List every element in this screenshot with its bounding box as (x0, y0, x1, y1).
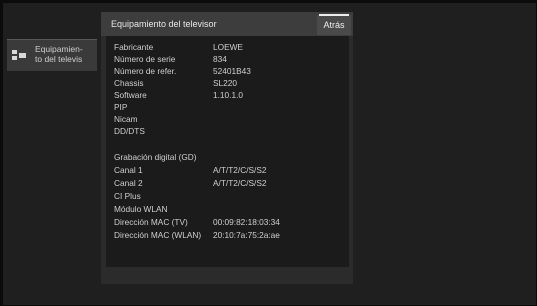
info-label: CI Plus (114, 191, 141, 201)
info-value: 1.10.1.0 (213, 90, 243, 100)
info-label: PIP (114, 102, 128, 112)
info-label: Número de serie (114, 54, 176, 64)
info-value: 834 (213, 54, 227, 64)
info-value: 52401B43 (213, 66, 251, 76)
info-label: Número de refer. (114, 66, 177, 76)
info-label: Dirección MAC (WLAN) (114, 230, 202, 240)
equipment-info-list: Fabricante LOEWE Número de serie 834 Número … (106, 36, 349, 267)
info-label: Dirección MAC (TV) (114, 217, 188, 227)
info-value: A/T/T2/C/S/S2 (213, 178, 267, 188)
dialog-title-bar: Equipamiento del televisor Atrás (101, 12, 353, 36)
info-value: SL220 (213, 78, 237, 88)
dialog-title: Equipamiento del televisor (111, 19, 217, 29)
tv-equipment-dialog: Equipamiento del televisor Atrás Fabrica… (101, 12, 353, 284)
info-value: 00:09:82:18:03:34 (213, 217, 280, 227)
side-menu-label: Equipamien- to del televis (35, 44, 83, 64)
info-label: Fabricante (114, 42, 154, 52)
info-label: Canal 2 (114, 178, 143, 188)
info-value: LOEWE (213, 42, 243, 52)
tv-equipment-icon (12, 50, 26, 60)
info-label: Nicam (114, 114, 138, 124)
info-value: A/T/T2/C/S/S2 (213, 165, 267, 175)
info-label: Grabación digital (GD) (114, 152, 197, 162)
info-label: Software (114, 90, 147, 100)
info-value: 20:10:7a:75:2a:ae (213, 230, 280, 240)
info-label: Canal 1 (114, 165, 143, 175)
info-label: Módulo WLAN (114, 204, 168, 214)
info-label: DD/DTS (114, 126, 145, 136)
back-button[interactable]: Atrás (317, 14, 351, 35)
info-label: Chassis (114, 78, 144, 88)
side-menu-item-equipment[interactable]: Equipamien- to del televis (7, 39, 97, 71)
